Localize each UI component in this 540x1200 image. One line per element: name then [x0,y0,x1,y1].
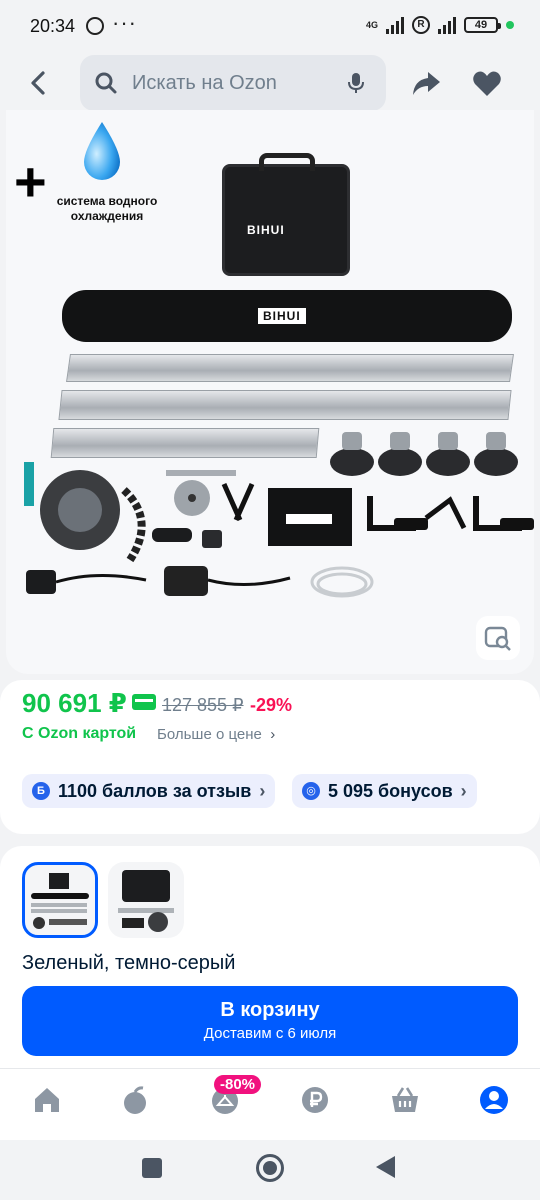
status-icons: 4G R 49 [366,16,514,34]
bonus-icon: ◎ [302,782,320,800]
privacy-dot-icon [506,21,514,29]
bottom-navigation: -80% [0,1068,540,1140]
search-bar[interactable]: Искать на Ozon [80,55,386,111]
status-time: 20:34 [30,16,76,36]
back-arrow-icon[interactable] [24,68,54,98]
more-about-price-link[interactable]: Больше о цене › [157,726,275,743]
water-cooling-caption: система водного охлаждения [56,194,158,223]
chevron-right-icon: › [259,780,266,801]
ruble-finance-icon[interactable] [300,1085,330,1115]
bonuses-chip[interactable]: ◎ 5 095 бонусов › [292,774,477,808]
review-points-chip[interactable]: Б 1100 баллов за отзыв › [22,774,276,808]
search-icon [94,71,118,100]
roaming-icon: R [412,16,430,34]
ozon-card-icon [132,694,156,710]
tools-illustration [24,432,534,598]
favorite-heart-icon[interactable] [472,70,502,103]
carry-bag: BIHUI [62,290,512,342]
points-icon: Б [32,782,50,800]
fresh-apple-icon[interactable] [120,1085,150,1115]
cart-basket-icon[interactable] [390,1085,420,1115]
search-placeholder: Искать на Ozon [132,72,277,94]
signal-icon-2 [438,16,456,34]
variant-color-label: Зеленый, темно-серый [22,952,236,974]
bonuses-label: 5 095 бонусов [328,780,453,801]
whatsapp-icon [86,17,104,35]
variant-thumbnail-1[interactable] [22,862,98,938]
variant-section: Зеленый, темно-серый [0,846,540,986]
delivery-date-label: Доставим с 6 июля [203,1025,337,1042]
price-section: 90 691 ₽ 127 855 ₽ -29% С Ozon картой Бо… [0,680,540,834]
microphone-icon[interactable] [346,71,366,100]
old-price: 127 855 ₽ [162,695,244,715]
battery-icon: 49 [464,17,501,33]
network-type: 4G [365,19,378,30]
variant-thumbnail-2[interactable] [108,862,184,938]
sale-badge: -80% [214,1075,262,1094]
water-drop-icon [80,120,124,189]
system-navigation [0,1140,540,1200]
chevron-right-icon: › [270,726,276,743]
more-notifications-icon: ··· [112,10,137,35]
add-to-cart-button[interactable]: В корзину Доставим с 6 июля [22,986,518,1056]
review-points-label: 1100 баллов за отзыв [58,780,252,801]
cart-bar: В корзину Доставим с 6 июля [0,976,540,1068]
product-image[interactable]: + система водного охлаждения BIHUI BIHUI [6,110,534,674]
discount-percent: -29% [250,695,293,715]
back-triangle-icon[interactable] [376,1156,395,1178]
signal-icon [386,16,404,34]
guide-rail-1 [66,354,514,382]
profile-icon[interactable] [479,1085,509,1115]
share-icon[interactable] [410,68,442,103]
brand-logo: BIHUI [247,223,285,237]
status-bar: 20:34 ··· 4G R 49 [0,0,540,52]
inner-dot [263,1161,277,1175]
chevron-right-icon: › [460,780,467,801]
recent-apps-icon[interactable] [142,1158,162,1178]
bag-brand-logo: BIHUI [258,308,306,324]
image-search-button[interactable] [476,616,520,660]
home-icon[interactable] [32,1085,62,1115]
ozon-card-label: С Ozon картой [22,725,137,742]
tool-case: BIHUI [222,153,350,276]
current-price: 90 691 ₽ [22,688,127,718]
add-to-cart-label: В корзину [220,999,320,1021]
